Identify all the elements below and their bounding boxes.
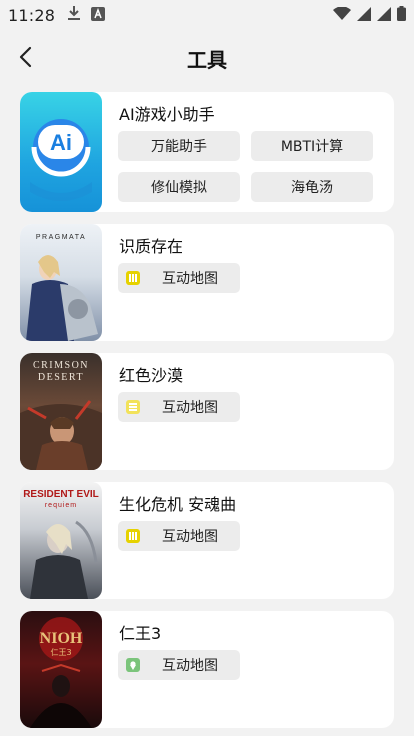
resident-evil-art: RESIDENT EVIL requiem <box>23 489 99 599</box>
interactive-map-button[interactable]: 互动地图 <box>118 392 240 422</box>
interactive-map-button[interactable]: 互动地图 <box>118 521 240 551</box>
card-title: 识质存在 <box>119 237 184 256</box>
tool-list: Ai AI游戏小助手 万能助手 MBTI计算 修仙模拟 海龟汤 PRAGMATA… <box>20 92 394 736</box>
tool-card-pragmata[interactable]: PRAGMATA 识质存在 互动地图 <box>20 224 394 341</box>
signal-icon <box>357 6 371 25</box>
interactive-map-button[interactable]: 互动地图 <box>118 650 240 680</box>
wifi-icon <box>333 5 351 25</box>
svg-text:DESERT: DESERT <box>38 372 84 383</box>
svg-text:requiem: requiem <box>45 502 77 509</box>
crimson-desert-art: CRIMSON DESERT <box>20 360 102 470</box>
chip-cultivation-sim[interactable]: 修仙模拟 <box>118 172 240 202</box>
card-title: 生化危机 安魂曲 <box>119 495 237 514</box>
svg-text:CRIMSON: CRIMSON <box>33 360 89 371</box>
page-title: 工具 <box>187 48 227 72</box>
resident-evil-cover: RESIDENT EVIL requiem <box>20 482 102 599</box>
status-time: 11:28 <box>8 5 56 25</box>
chip-universal-assistant[interactable]: 万能助手 <box>118 131 240 161</box>
card-title: 仁王3 <box>119 624 162 643</box>
svg-text:Ai: Ai <box>50 130 72 155</box>
ai-logo-icon: Ai <box>30 119 92 201</box>
interactive-map-button[interactable]: 互动地图 <box>118 263 240 293</box>
signal-icon-2 <box>377 6 391 25</box>
status-bar: 11:28 <box>0 0 414 30</box>
svg-text:RESIDENT EVIL: RESIDENT EVIL <box>23 489 99 500</box>
nioh-3-cover: NIOH 仁王3 <box>20 611 102 728</box>
card-title: 红色沙漠 <box>119 366 184 385</box>
crimson-desert-cover: CRIMSON DESERT <box>20 353 102 470</box>
tool-card-ai-assistant[interactable]: Ai AI游戏小助手 万能助手 MBTI计算 修仙模拟 海龟汤 <box>20 92 394 212</box>
chip-label: 互动地图 <box>162 658 218 674</box>
download-icon <box>67 5 81 25</box>
pragmata-art: PRAGMATA <box>26 234 98 341</box>
nioh-3-art: NIOH 仁王3 <box>30 617 92 728</box>
battery-icon <box>397 5 406 25</box>
svg-text:NIOH: NIOH <box>40 630 83 647</box>
chip-mbti-calculator[interactable]: MBTI计算 <box>251 131 373 161</box>
ai-assistant-cover: Ai <box>20 92 102 212</box>
svg-text:仁王3: 仁王3 <box>50 647 71 657</box>
font-app-icon <box>91 6 106 25</box>
tool-card-crimson-desert[interactable]: CRIMSON DESERT 红色沙漠 互动地图 <box>20 353 394 470</box>
svg-text:PRAGMATA: PRAGMATA <box>36 234 86 241</box>
chip-label: 互动地图 <box>162 529 218 545</box>
chip-turtle-soup[interactable]: 海龟汤 <box>251 172 373 202</box>
card-title: AI游戏小助手 <box>119 105 215 124</box>
tool-card-nioh-3[interactable]: NIOH 仁王3 仁王3 互动地图 <box>20 611 394 728</box>
pragmata-cover: PRAGMATA <box>20 224 102 341</box>
chip-label: 互动地图 <box>162 271 218 287</box>
chip-label: 互动地图 <box>162 400 218 416</box>
tool-card-resident-evil-requiem[interactable]: RESIDENT EVIL requiem 生化危机 安魂曲 互动地图 <box>20 482 394 599</box>
header: 工具 <box>0 34 414 80</box>
